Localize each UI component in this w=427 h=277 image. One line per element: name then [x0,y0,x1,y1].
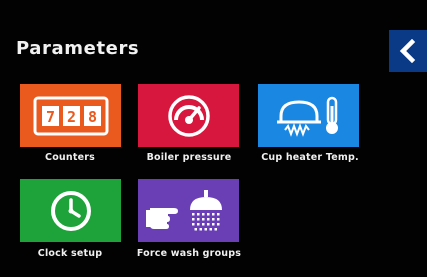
force-wash-label: Force wash groups [136,248,242,259]
page-title: Parameters [16,38,140,59]
counter-digit-2: 2 [66,108,75,126]
boiler-pressure-label: Boiler pressure [146,152,232,163]
force-wash-tile[interactable] [138,179,239,242]
counter-digit-1: 7 [45,108,54,126]
cup-heater-tile[interactable] [258,84,359,147]
cup-heater-thermometer-icon [276,96,338,137]
clock-setup-tile[interactable] [20,179,121,242]
boiler-pressure-tile[interactable] [138,84,239,147]
pressure-gauge-icon [167,94,210,137]
back-button[interactable] [389,30,427,72]
parameters-screen: Parameters 7 2 8 Counters Boiler pressur… [0,0,427,277]
counter-digit-3: 8 [87,108,96,126]
hand-shower-icon [145,189,222,230]
counters-tile[interactable]: 7 2 8 [20,84,121,147]
cup-heater-label: Cup heater Temp. [261,152,359,163]
clock-icon [50,190,91,231]
counter-display-icon: 7 2 8 [33,96,108,135]
chevron-left-icon [399,39,416,63]
